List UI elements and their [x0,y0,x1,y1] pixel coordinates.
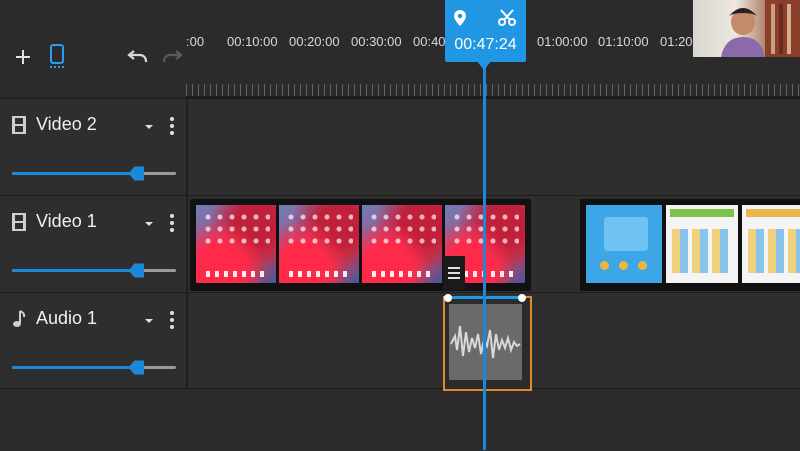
chevron-down-icon[interactable] [141,215,157,231]
audio-fade-in-handle[interactable] [444,294,452,302]
select-mode-button[interactable] [46,42,68,70]
scissors-icon[interactable] [498,9,516,27]
presenter-video [721,0,800,57]
plus-icon [16,50,30,64]
menu-lines-icon [448,267,460,279]
clip-thumbnail [279,205,359,283]
webcam-overlay [693,0,800,57]
more-options-icon[interactable] [166,212,178,234]
chevron-down-icon[interactable] [141,312,157,328]
add-button[interactable] [12,46,34,68]
volume-slider-fill [12,269,137,272]
clip-thumbnail [196,205,276,283]
film-icon [12,116,26,134]
film-icon [12,213,26,231]
track-lane-video-1[interactable] [186,195,800,292]
music-note-icon [13,310,26,327]
track-lane-video-2[interactable] [186,98,800,195]
timeline-toolbar: :00 00:10:00 00:20:00 00:30:00 00:40: 01… [0,0,800,98]
volume-slider[interactable] [12,263,176,278]
track-header-video-1: Video 1 [0,195,186,292]
audio-fade-out-handle[interactable] [518,294,526,302]
clip-thumbnail [586,205,662,283]
clip-thumbnail [362,205,442,283]
volume-slider-fill [12,366,137,369]
ruler-label: 00:40: [413,34,450,49]
volume-slider-handle[interactable] [130,359,144,376]
chevron-down-icon[interactable] [141,118,157,134]
ruler-label: 00:20:00 [289,34,340,49]
volume-slider-handle[interactable] [130,262,144,279]
phone-select-icon [50,44,64,68]
playhead-timecode: 00:47:24 [454,36,517,53]
ruler-label: 00:10:00 [227,34,278,49]
clip-thumbnail [742,205,800,283]
audio-clip[interactable] [443,296,532,391]
track-header-video-2: Video 2 [0,98,186,195]
map-pin-icon[interactable] [453,9,467,27]
timeline-ruler-ticks[interactable] [186,84,800,96]
volume-slider[interactable] [12,360,176,375]
ruler-label: :00 [186,34,205,49]
playhead[interactable]: 00:47:24 [445,0,526,62]
redo-button[interactable] [160,46,184,66]
more-options-icon[interactable] [166,309,178,331]
clip-thumbnail [666,205,738,283]
video-clip[interactable] [580,199,800,291]
volume-slider-fill [12,172,137,175]
ruler-label: 01:00:00 [537,34,588,49]
more-options-icon[interactable] [166,115,178,137]
ruler-label: 01:20: [660,34,697,49]
ruler-label: 01:10:00 [598,34,649,49]
undo-icon [127,50,148,62]
track-name: Video 2 [36,114,97,134]
playhead-line[interactable] [483,60,486,450]
track-name: Video 1 [36,211,97,231]
undo-button[interactable] [126,46,150,66]
volume-slider[interactable] [12,166,176,181]
video-clip[interactable] [190,199,531,291]
volume-slider-handle[interactable] [130,165,144,182]
track-name: Audio 1 [36,308,98,328]
timeline-empty-area[interactable] [0,388,800,451]
clip-drag-handle[interactable] [443,256,465,290]
ruler-label: 00:30:00 [351,34,402,49]
redo-icon [162,50,183,62]
track-header-audio-1: Audio 1 [0,292,186,389]
